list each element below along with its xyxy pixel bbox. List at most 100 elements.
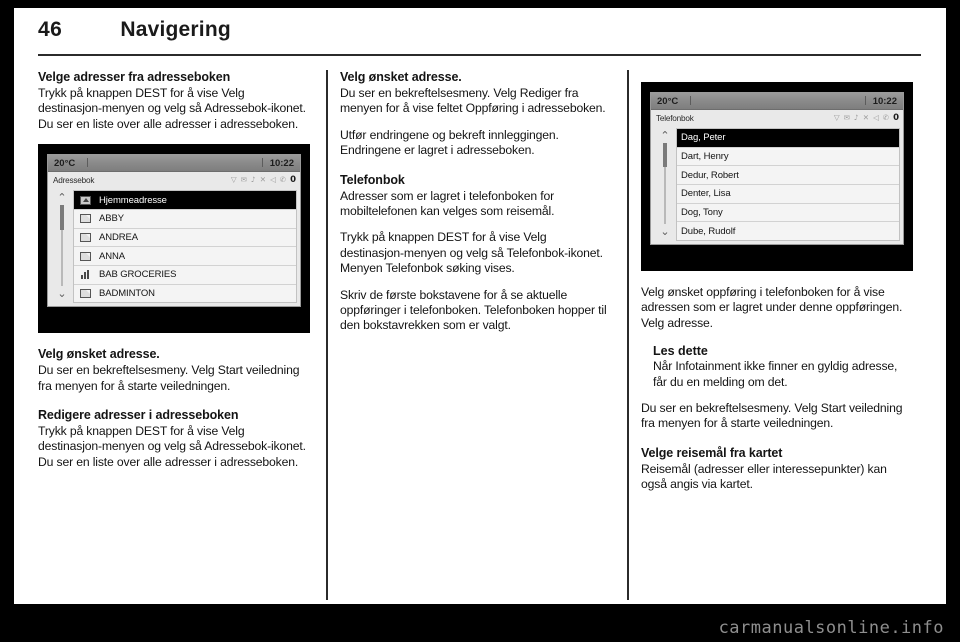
list-item[interactable]: Hjemmeadresse <box>74 191 296 210</box>
contact-card-icon <box>78 232 92 243</box>
list-item-label: Dog, Tony <box>681 207 723 219</box>
list-item-label: Denter, Lisa <box>681 188 731 200</box>
section-heading: Telefonbok <box>340 172 405 187</box>
temperature-readout: 20°C <box>54 158 88 169</box>
section-heading: Velge adresser fra adresseboken <box>38 70 231 84</box>
list-item[interactable]: Denter, Lisa <box>677 185 899 204</box>
shuffle-icon: ✕ <box>862 113 869 123</box>
business-icon <box>78 269 92 280</box>
scrollbar-thumb[interactable] <box>60 205 64 230</box>
chapter-title: Navigering <box>120 18 231 41</box>
list-item[interactable]: ANNA <box>74 247 296 266</box>
list-item-label: Hjemmeadresse <box>99 194 167 206</box>
contact-card-icon <box>78 213 92 224</box>
entry-list[interactable]: Dag, Peter Dart, Henry Dedur, Robert Denter… <box>676 128 900 241</box>
phone-icon: ✆ <box>882 113 890 123</box>
screen-title-bar: Adressebok ▽ ✉ ♪ ✕ ◁ ✆ 0 <box>48 172 300 189</box>
list-item-label: BAB GROCERIES <box>99 269 177 281</box>
body-paragraph: Adresser som er lagret i telefonboken fo… <box>340 188 555 219</box>
wifi-icon: ▽ <box>833 113 840 123</box>
list-item-label: ABBY <box>99 213 124 225</box>
scroll-down-icon[interactable]: ⌄ <box>660 226 669 237</box>
figure-frame: 20°C 10:22 Telefonbok ▽ ✉ ♪ ✕ ◁ ✆ 0 ⌃ ⌄ Dag, Peter Da… <box>641 82 913 271</box>
list-item-label: ANDREA <box>99 231 138 243</box>
page-number: 46 <box>38 18 63 41</box>
figure-frame: 20°C 10:22 Adressebok ▽ ✉ ♪ ✕ ◁ ✆ 0 ⌃ ⌄ Hjemmeadress… <box>38 144 310 334</box>
screen-title: Adressebok <box>53 175 95 185</box>
temperature-readout: 20°C <box>657 96 691 107</box>
list-item[interactable]: BADMINTON <box>74 284 296 303</box>
clock-readout: 10:22 <box>865 96 897 107</box>
text-column-3: 20°C 10:22 Telefonbok ▽ ✉ ♪ ✕ ◁ ✆ 0 ⌃ ⌄ Dag, Peter Da… <box>641 70 913 504</box>
body-paragraph: Velg ønsket oppføring i telefonboken for… <box>641 285 903 330</box>
scan-edge-left <box>0 0 14 642</box>
body-paragraph: Du ser en bekreftelsesmeny. Velg Rediger… <box>340 86 606 116</box>
mute-icon: ♪ <box>250 175 256 185</box>
phone-icon: ✆ <box>279 175 287 185</box>
page-header: 46 Navigering <box>38 18 918 42</box>
scan-edge-right <box>946 0 960 642</box>
message-icon: ✉ <box>240 175 247 185</box>
list-item[interactable]: BAB GROCERIES <box>74 265 296 285</box>
home-address-icon <box>78 195 92 206</box>
list-item[interactable]: Dag, Peter <box>677 129 899 148</box>
page-sheet: 46 Navigering Velge adresser fra adresse… <box>14 8 946 604</box>
section-heading: Velge reisemål fra kartet <box>641 445 783 460</box>
list-item[interactable]: ANDREA <box>74 228 296 248</box>
column-divider-1 <box>326 70 328 600</box>
figure-phone-book-screen: 20°C 10:22 Telefonbok ▽ ✉ ♪ ✕ ◁ ✆ 0 ⌃ ⌄ Dag, Peter Da… <box>641 82 913 271</box>
speaker-mute-icon: ◁ <box>873 113 879 123</box>
body-paragraph: Du ser en bekreftelsesmeny. Velg Start v… <box>38 363 300 393</box>
contact-card-icon <box>78 288 92 299</box>
scroll-up-icon[interactable]: ⌃ <box>660 130 669 141</box>
screen-status-bar: 20°C 10:22 <box>48 155 300 173</box>
scrollbar-track[interactable] <box>60 205 64 287</box>
list-item[interactable]: Dedur, Robert <box>677 166 899 186</box>
list-scrollbar[interactable]: ⌃ ⌄ <box>51 190 73 303</box>
list-scrollbar[interactable]: ⌃ ⌄ <box>654 128 676 241</box>
list-item-label: ANNA <box>99 250 125 262</box>
clock-readout: 10:22 <box>262 158 294 169</box>
list-item[interactable]: Dart, Henry <box>677 147 899 167</box>
scan-edge-top <box>0 0 960 8</box>
list-item-label: Dube, Rudolf <box>681 225 736 237</box>
text-column-1: Velge adresser fra adresseboken Trykk på … <box>38 70 310 481</box>
scroll-up-icon[interactable]: ⌃ <box>57 192 66 203</box>
section-heading: Velg ønsket adresse. <box>340 70 462 84</box>
list-item[interactable]: ABBY <box>74 209 296 229</box>
scrollbar-track[interactable] <box>663 143 667 224</box>
body-paragraph: Du ser en bekreftelsesmeny. Velg Start v… <box>641 401 903 431</box>
list-item-label: Dart, Henry <box>681 151 729 162</box>
body-paragraph: Skriv de første bokstavene for å se aktu… <box>340 287 607 333</box>
status-icon-tray: ▽ ✉ ♪ ✕ ◁ ✆ 0 <box>834 114 899 123</box>
text-column-2: Velg ønsket adresse. Du ser en bekreftels… <box>340 70 612 345</box>
section-heading: Velg ønsket adresse. <box>38 347 160 362</box>
message-icon: ✉ <box>843 113 850 123</box>
body-paragraph: Utfør endringene og bekreft innleggingen… <box>340 127 559 158</box>
list-item-label: Dedur, Robert <box>681 169 739 181</box>
battery-icon: 0 <box>893 112 899 123</box>
list-item[interactable]: Dog, Tony <box>677 203 899 223</box>
battery-icon: 0 <box>290 174 296 185</box>
section-heading: Redigere adresser i adresseboken <box>38 408 239 423</box>
list-item-label: BADMINTON <box>99 287 155 299</box>
manual-page: 46 Navigering Velge adresser fra adresse… <box>0 0 960 642</box>
list-item[interactable]: Dube, Rudolf <box>677 222 899 241</box>
body-paragraph: Trykk på knappen DEST for å vise Velg de… <box>340 230 603 276</box>
screen-title-bar: Telefonbok ▽ ✉ ♪ ✕ ◁ ✆ 0 <box>651 110 903 126</box>
header-divider <box>38 54 921 56</box>
body-paragraph: Reisemål (adresser eller interessepunkte… <box>641 461 887 492</box>
list-item-label: Dag, Peter <box>681 132 726 144</box>
infotainment-screen: 20°C 10:22 Telefonbok ▽ ✉ ♪ ✕ ◁ ✆ 0 ⌃ ⌄ Dag, Peter Da… <box>650 92 904 245</box>
site-watermark: carmanualsonline.info <box>718 618 944 638</box>
scroll-down-icon[interactable]: ⌄ <box>57 288 66 299</box>
status-icon-tray: ▽ ✉ ♪ ✕ ◁ ✆ 0 <box>231 176 296 185</box>
scrollbar-thumb[interactable] <box>663 143 667 168</box>
note-text: Når Infotainment ikke finner en gyldig a… <box>653 359 898 389</box>
entry-list[interactable]: Hjemmeadresse ABBY ANDREA ANNA BAB GROCERIES… <box>73 190 297 304</box>
infotainment-screen: 20°C 10:22 Adressebok ▽ ✉ ♪ ✕ ◁ ✆ 0 ⌃ ⌄ Hjemmeadress… <box>47 154 301 308</box>
wifi-icon: ▽ <box>230 175 237 185</box>
screen-body: ⌃ ⌄ Dag, Peter Dart, Henry Dedur, Robert Dent… <box>651 126 903 244</box>
screen-title: Telefonbok <box>656 113 694 123</box>
screen-body: ⌃ ⌄ Hjemmeadresse ABBY ANDREA ANNA BAB GROCERI… <box>48 188 300 307</box>
